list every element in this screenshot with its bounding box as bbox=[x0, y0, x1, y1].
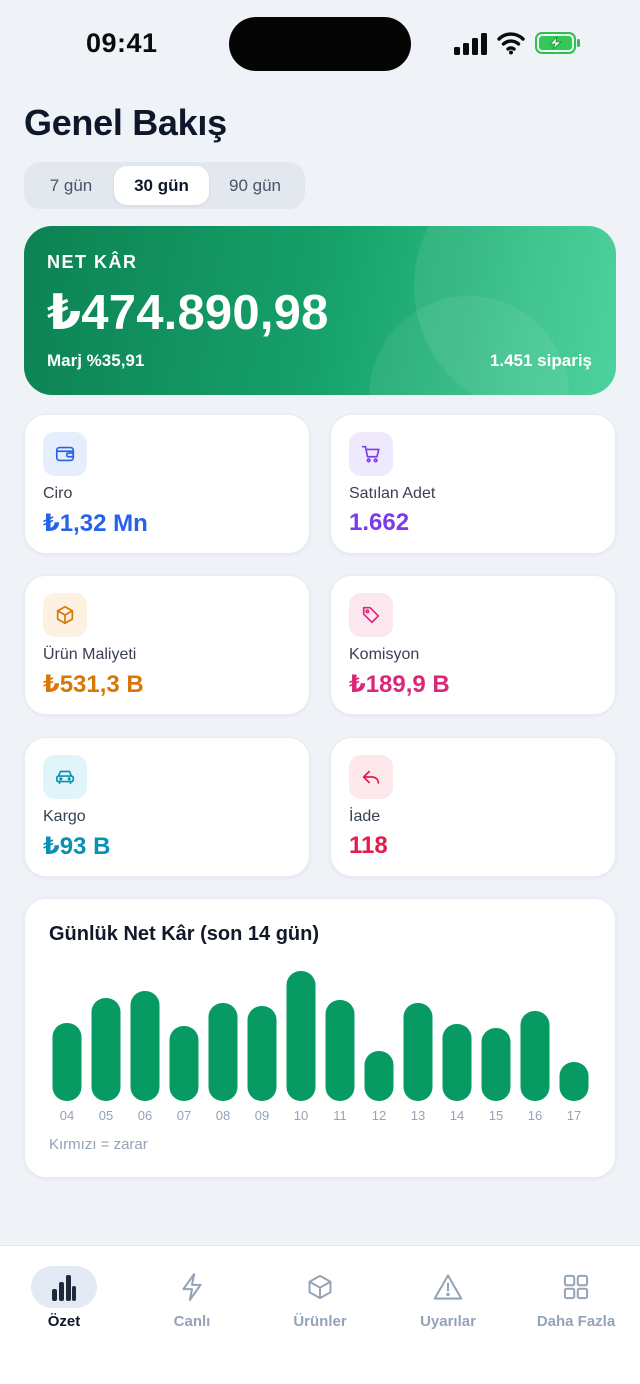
period-tab-30[interactable]: 30 gün bbox=[114, 166, 209, 205]
truck-icon bbox=[43, 755, 87, 799]
metric-label: Satılan Adet bbox=[349, 485, 436, 502]
chart-x-label: 07 bbox=[177, 1108, 191, 1123]
chart-bar-13 bbox=[403, 1003, 433, 1101]
daily-profit-chart-card: Günlük Net Kâr (son 14 gün) 04 05 06 07 08 09… bbox=[24, 898, 616, 1178]
order-count: 1.451 sipariş bbox=[489, 351, 592, 370]
metric-card-product-cost[interactable]: Ürün Maliyeti ₺531,3 B bbox=[24, 575, 310, 715]
chart-bar-16 bbox=[520, 1011, 550, 1101]
chart-x-label: 12 bbox=[372, 1108, 386, 1123]
chart-x-label: 17 bbox=[567, 1108, 581, 1123]
chart-bar-09 bbox=[247, 1006, 277, 1101]
chart-bar-06 bbox=[130, 991, 160, 1101]
metric-value: ₺1,32 Mn bbox=[43, 510, 148, 537]
chart-bar-07 bbox=[169, 1026, 199, 1101]
chart-bar-10 bbox=[286, 971, 316, 1101]
tab-alerts[interactable]: Uyarılar bbox=[384, 1246, 512, 1346]
metric-label: Ürün Maliyeti bbox=[43, 646, 137, 663]
chart-x-label: 06 bbox=[138, 1108, 152, 1123]
metric-card-returns[interactable]: İade 118 bbox=[330, 737, 616, 877]
metric-card-shipping[interactable]: Kargo ₺93 B bbox=[24, 737, 310, 877]
chart-bar-08 bbox=[208, 1003, 238, 1101]
chart-bar-17 bbox=[559, 1062, 589, 1101]
warning-icon bbox=[415, 1266, 481, 1308]
signal-icon bbox=[454, 33, 487, 55]
cube-icon bbox=[287, 1266, 353, 1308]
metric-value: ₺189,9 B bbox=[349, 671, 450, 698]
metric-card-commission[interactable]: Komisyon ₺189,9 B bbox=[330, 575, 616, 715]
return-icon bbox=[349, 755, 393, 799]
chart-x-label: 05 bbox=[99, 1108, 113, 1123]
wifi-icon bbox=[497, 32, 525, 55]
chart-x-label: 04 bbox=[60, 1108, 74, 1123]
chart-x-label: 09 bbox=[255, 1108, 269, 1123]
cart-icon bbox=[349, 432, 393, 476]
tab-live[interactable]: Canlı bbox=[128, 1246, 256, 1346]
period-selector: 7 gün 30 gün 90 gün bbox=[24, 162, 305, 209]
box-icon bbox=[43, 593, 87, 637]
chart-x-label: 13 bbox=[411, 1108, 425, 1123]
tag-icon bbox=[349, 593, 393, 637]
net-profit-label: NET KÂR bbox=[47, 252, 138, 272]
bottom-tab-bar: Özet Canlı Ürünler Uyarılar Daha Fazla bbox=[0, 1245, 640, 1384]
chart-x-label: 15 bbox=[489, 1108, 503, 1123]
status-time: 09:41 bbox=[86, 28, 158, 58]
chart-bar-14 bbox=[442, 1024, 472, 1101]
net-profit-value: ₺474.890,98 bbox=[47, 286, 329, 340]
grid-icon bbox=[543, 1266, 609, 1308]
tab-more[interactable]: Daha Fazla bbox=[512, 1246, 640, 1346]
battery-icon bbox=[535, 32, 580, 54]
metric-label: Kargo bbox=[43, 808, 86, 825]
tab-products[interactable]: Ürünler bbox=[256, 1246, 384, 1346]
tab-overview[interactable]: Özet bbox=[0, 1246, 128, 1346]
chart-x-label: 11 bbox=[333, 1108, 347, 1123]
tab-label: Daha Fazla bbox=[536, 1313, 616, 1330]
wallet-icon bbox=[43, 432, 87, 476]
metric-label: İade bbox=[349, 808, 381, 825]
chart-bar-12 bbox=[364, 1051, 394, 1101]
chart-x-label: 14 bbox=[450, 1108, 464, 1123]
chart-bar-05 bbox=[91, 998, 121, 1101]
chart-legend-note: Kırmızı = zarar bbox=[49, 1136, 148, 1153]
chart-x-label: 10 bbox=[294, 1108, 308, 1123]
tab-label: Özet bbox=[47, 1313, 81, 1330]
tab-label: Ürünler bbox=[293, 1313, 347, 1330]
metric-label: Ciro bbox=[43, 485, 73, 502]
period-tab-90[interactable]: 90 gün bbox=[209, 166, 301, 205]
metric-card-revenue[interactable]: Ciro ₺1,32 Mn bbox=[24, 414, 310, 554]
tab-label: Canlı bbox=[173, 1313, 211, 1330]
metric-label: Komisyon bbox=[349, 646, 420, 663]
status-bar: 09:41 bbox=[0, 0, 640, 90]
chart-bar-11 bbox=[325, 1000, 355, 1101]
metric-value: ₺93 B bbox=[43, 833, 111, 860]
chart-bar-15 bbox=[481, 1028, 511, 1101]
metric-value: 1.662 bbox=[349, 509, 410, 536]
dynamic-island bbox=[229, 17, 411, 71]
chart-x-label: 16 bbox=[528, 1108, 542, 1123]
chart-bar-04 bbox=[52, 1023, 82, 1101]
chart-x-label: 08 bbox=[216, 1108, 230, 1123]
metric-card-units-sold[interactable]: Satılan Adet 1.662 bbox=[330, 414, 616, 554]
period-tab-7[interactable]: 7 gün bbox=[28, 166, 114, 205]
margin-text: Marj %35,91 bbox=[47, 351, 145, 370]
tab-label: Uyarılar bbox=[420, 1313, 476, 1330]
metric-value: 118 bbox=[349, 832, 388, 859]
metric-value: ₺531,3 B bbox=[43, 671, 144, 698]
lightning-icon bbox=[159, 1266, 225, 1308]
page-title: Genel Bakış bbox=[24, 102, 227, 143]
net-profit-card[interactable]: NET KÂR ₺474.890,98 Marj %35,91 1.451 si… bbox=[24, 226, 616, 395]
chart-bars-icon bbox=[31, 1266, 97, 1308]
